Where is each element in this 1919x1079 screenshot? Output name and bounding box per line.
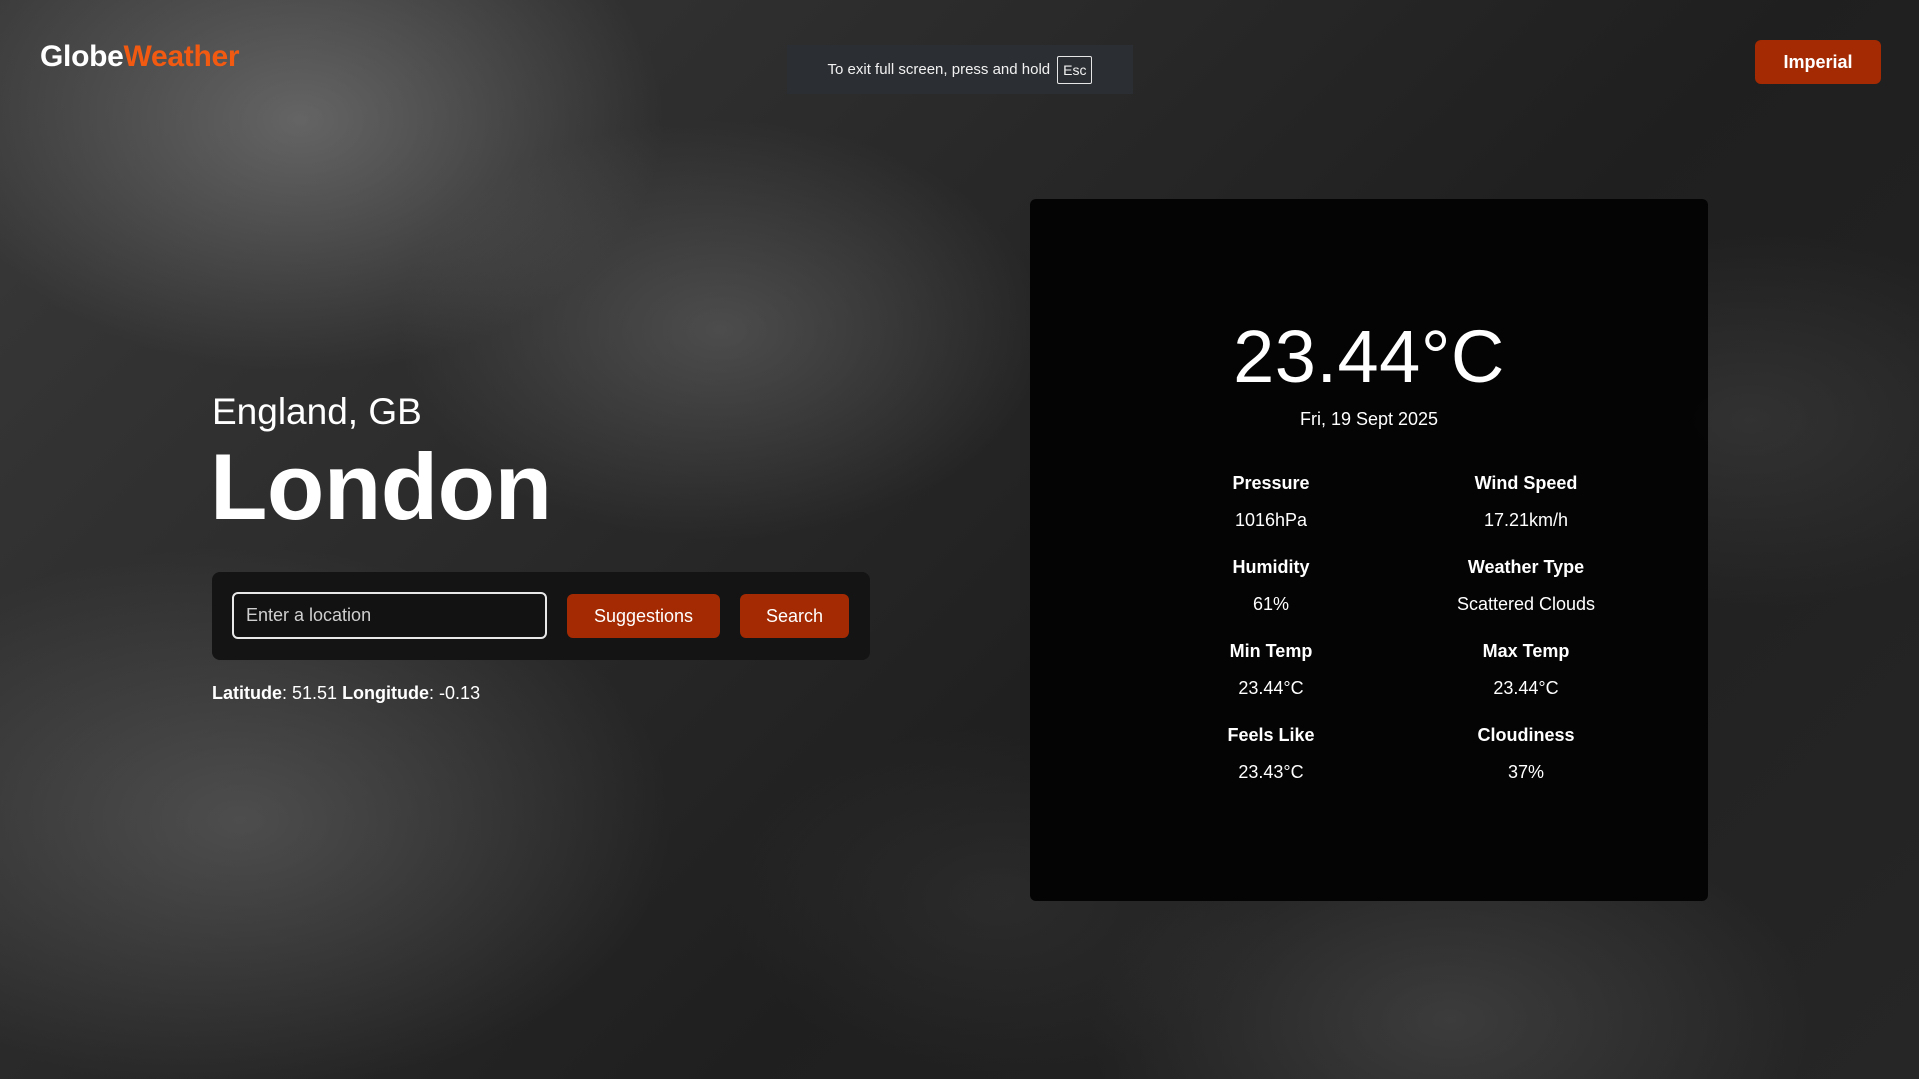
logo-text-weather: Weather: [123, 40, 240, 73]
stat-value: 23.43°C: [1238, 762, 1304, 782]
latitude-value: : 51.51: [282, 683, 338, 703]
coordinates: Latitude: 51.51 Longitude: -0.13: [212, 683, 480, 704]
suggestions-button[interactable]: Suggestions: [567, 594, 720, 638]
stat-label: Max Temp: [1482, 641, 1570, 661]
stat-max-temp: Max Temp 23.44°C: [1396, 641, 1656, 699]
latitude-label: Latitude: [212, 683, 282, 703]
search-panel: Suggestions Search: [212, 572, 870, 660]
longitude-label: Longitude: [342, 683, 430, 703]
stat-label: Min Temp: [1229, 641, 1313, 661]
current-temperature: 23.44°C: [1233, 315, 1505, 398]
logo-text-globe: Globe: [40, 40, 124, 73]
stat-label: Cloudiness: [1477, 725, 1575, 745]
stat-value: 23.44°C: [1493, 678, 1559, 698]
location-region: England, GB: [212, 391, 422, 432]
location-search-input[interactable]: [232, 592, 547, 639]
weather-card: 23.44°C Fri, 19 Sept 2025 Pressure 1016h…: [1030, 199, 1708, 901]
stat-min-temp: Min Temp 23.44°C: [1141, 641, 1401, 699]
esc-key-badge: Esc: [1057, 55, 1093, 84]
app-logo[interactable]: GlobeWeather: [40, 40, 240, 74]
stat-value: 61%: [1252, 594, 1290, 614]
stat-value: 23.44°C: [1238, 678, 1304, 698]
stat-cloudiness: Cloudiness 37%: [1396, 725, 1656, 783]
stat-label: Weather Type: [1467, 557, 1585, 577]
stat-humidity: Humidity 61%: [1141, 557, 1401, 615]
stat-value: 17.21km/h: [1483, 510, 1569, 530]
stat-feels-like: Feels Like 23.43°C: [1141, 725, 1401, 783]
stat-value: Scattered Clouds: [1456, 594, 1596, 614]
fullscreen-exit-notice: To exit full screen, press and hold Esc: [787, 45, 1133, 94]
stat-value: 1016hPa: [1234, 510, 1308, 530]
longitude-value: : -0.13: [429, 683, 481, 703]
search-button[interactable]: Search: [740, 594, 849, 638]
current-date: Fri, 19 Sept 2025: [1299, 409, 1439, 429]
stat-pressure: Pressure 1016hPa: [1141, 473, 1401, 531]
stat-weather-type: Weather Type Scattered Clouds: [1396, 557, 1656, 615]
location-city: London: [210, 434, 552, 539]
stat-value: 37%: [1507, 762, 1545, 782]
stat-wind-speed: Wind Speed 17.21km/h: [1396, 473, 1656, 531]
stat-label: Pressure: [1232, 473, 1310, 493]
stat-label: Humidity: [1232, 557, 1310, 577]
stat-label: Feels Like: [1227, 725, 1315, 745]
fullscreen-notice-text: To exit full screen, press and hold: [827, 61, 1051, 78]
stat-label: Wind Speed: [1474, 473, 1578, 493]
units-toggle-button[interactable]: Imperial: [1755, 40, 1881, 84]
